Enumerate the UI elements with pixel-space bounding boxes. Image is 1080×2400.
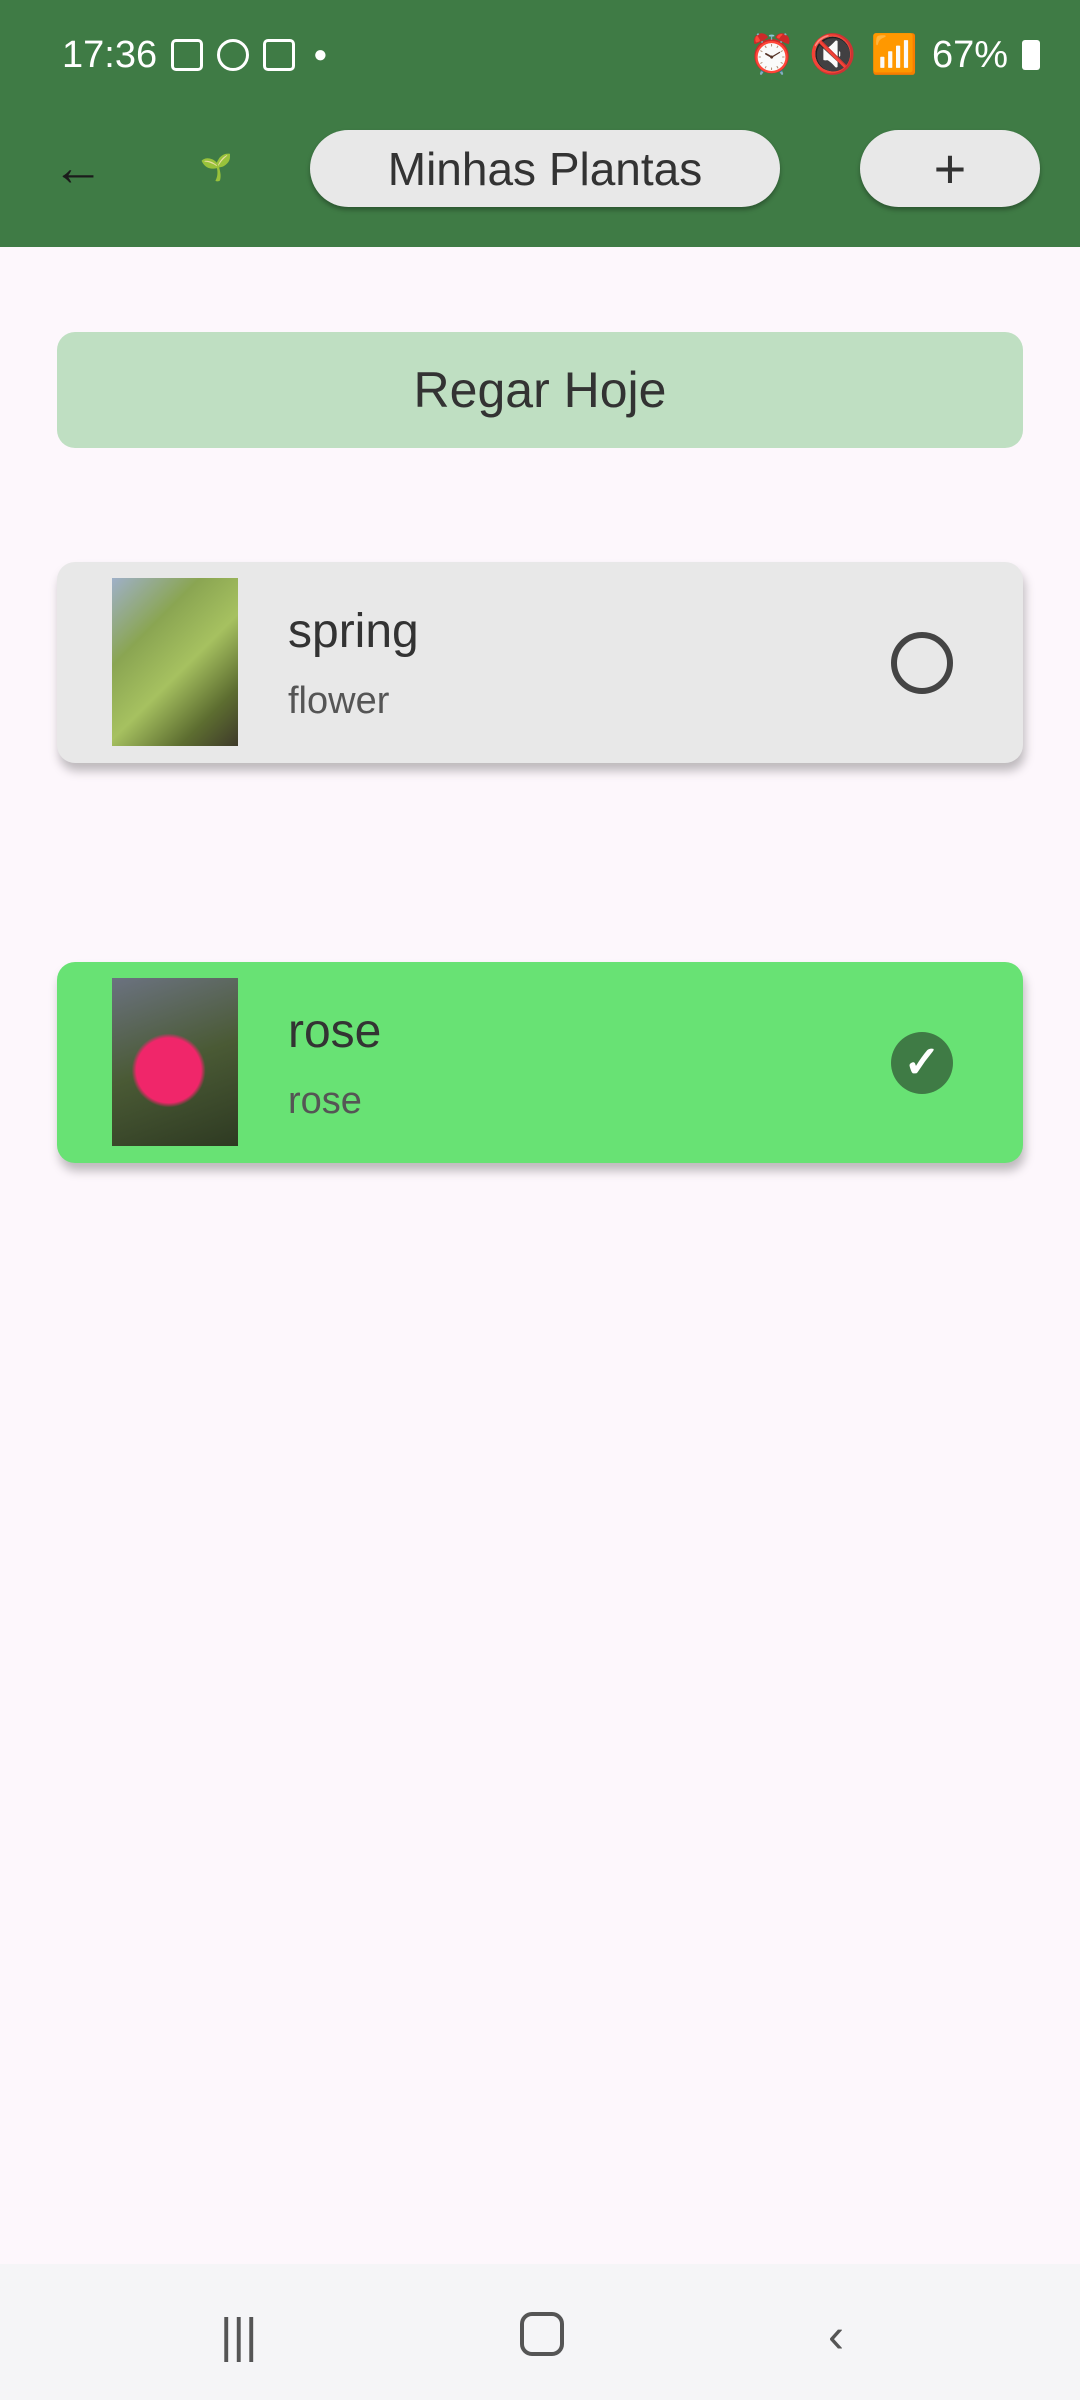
plant-card[interactable]: rose rose ✓ bbox=[57, 962, 1023, 1163]
app-bar: 17:36 ● ⏰ 🔇 📶 67% ← 🌱 Minhas Plantas + bbox=[0, 0, 1080, 247]
back-arrow-icon[interactable]: ← bbox=[52, 140, 108, 196]
battery-icon bbox=[1022, 40, 1040, 70]
add-plant-button[interactable]: + bbox=[860, 130, 1040, 207]
nav-back-icon[interactable]: ‹ bbox=[828, 2309, 844, 2364]
page-title[interactable]: Minhas Plantas bbox=[310, 130, 780, 207]
news-icon bbox=[263, 39, 296, 71]
status-bar: 17:36 ● ⏰ 🔇 📶 67% bbox=[62, 30, 1040, 80]
status-time: 17:36 bbox=[62, 33, 158, 76]
mute-icon: 🔇 bbox=[809, 34, 857, 76]
whatsapp-icon bbox=[217, 39, 250, 71]
notification-dot-icon: ● bbox=[313, 41, 328, 68]
navigation-bar: ||| ‹ bbox=[0, 2264, 1080, 2400]
plant-image bbox=[112, 978, 238, 1146]
wifi-icon: 📶 bbox=[870, 34, 918, 76]
plant-type: rose bbox=[288, 1080, 362, 1122]
plant-type: flower bbox=[288, 680, 390, 722]
gallery-icon bbox=[171, 39, 204, 71]
plant-name: spring bbox=[288, 605, 419, 658]
water-today-button[interactable]: Regar Hoje bbox=[57, 332, 1023, 448]
alarm-icon: ⏰ bbox=[747, 34, 796, 76]
plant-logo-icon: 🌱 bbox=[200, 152, 233, 182]
checked-circle-icon[interactable]: ✓ bbox=[891, 1032, 953, 1094]
plant-card[interactable]: spring flower bbox=[57, 562, 1023, 763]
plant-image bbox=[112, 578, 238, 746]
plant-name: rose bbox=[288, 1005, 382, 1058]
unchecked-circle-icon[interactable] bbox=[891, 632, 953, 694]
home-icon[interactable] bbox=[520, 2312, 564, 2356]
battery-text: 67% bbox=[931, 33, 1008, 76]
recent-apps-icon[interactable]: ||| bbox=[220, 2309, 257, 2364]
